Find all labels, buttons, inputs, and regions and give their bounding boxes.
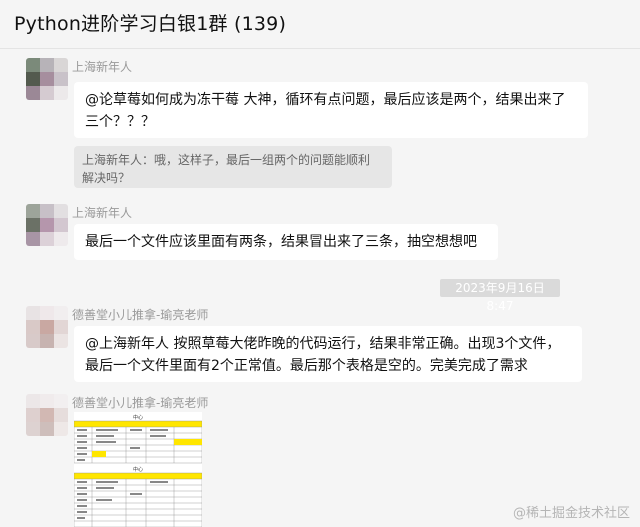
message-bubble[interactable]: @论草莓如何成为冻干莓 大神，循环有点问题，最后应该是两个，结果出来了 三个？？…: [74, 82, 588, 138]
watermark: @稀土掘金技术社区: [512, 506, 630, 521]
message-line: @论草莓如何成为冻干莓 大神，循环有点问题，最后应该是两个，结果出来了: [85, 92, 566, 108]
quote-line: 上海新年人：哦，这样子，最后一组两个的问题能顺利: [82, 153, 371, 167]
message-line: @上海新年人 按照草莓大佬昨晚的代码运行，结果非常正确。出现3个文件，: [85, 336, 561, 352]
avatar[interactable]: [26, 58, 68, 100]
message-bubble[interactable]: @上海新年人 按照草莓大佬昨晚的代码运行，结果非常正确。出现3个文件， 最后一个…: [74, 326, 582, 382]
sender-name: 上海新年人: [72, 206, 133, 220]
sender-name: 上海新年人: [72, 60, 133, 74]
message-bubble[interactable]: 最后一个文件应该里面有两条，结果冒出来了三条，抽空想想吧: [74, 224, 498, 260]
quoted-message[interactable]: 上海新年人：哦，这样子，最后一组两个的问题能顺利 解决吗？: [74, 146, 392, 188]
message-line: 最后一个文件应该里面有两条，结果冒出来了三条，抽空想想吧: [85, 234, 477, 250]
message-line: 最后一个文件里面有2个正常值。最后那个表格是空的。完美完成了需求: [85, 358, 528, 374]
quote-line: 解决吗？: [82, 171, 131, 185]
avatar[interactable]: [26, 204, 68, 246]
header-divider: [0, 48, 640, 49]
chat-title[interactable]: Python进阶学习白银1群 (139): [14, 9, 286, 36]
sender-name: 德善堂小儿推拿-瑜亮老师: [72, 308, 209, 322]
message-line: 三个？？？: [85, 114, 155, 130]
spreadsheet-thumbnail: 中心 中心: [74, 412, 202, 527]
timestamp: 2023年9月16日 8:47: [440, 279, 560, 313]
spreadsheet-image[interactable]: 中心 中心: [74, 412, 202, 527]
chat-header: Python进阶学习白银1群 (139): [0, 0, 640, 48]
avatar[interactable]: [26, 306, 68, 348]
sender-name: 德善堂小儿推拿-瑜亮老师: [72, 396, 209, 410]
image-caption: 中心: [133, 414, 143, 421]
image-caption: 中心: [133, 466, 143, 473]
avatar[interactable]: [26, 394, 68, 436]
